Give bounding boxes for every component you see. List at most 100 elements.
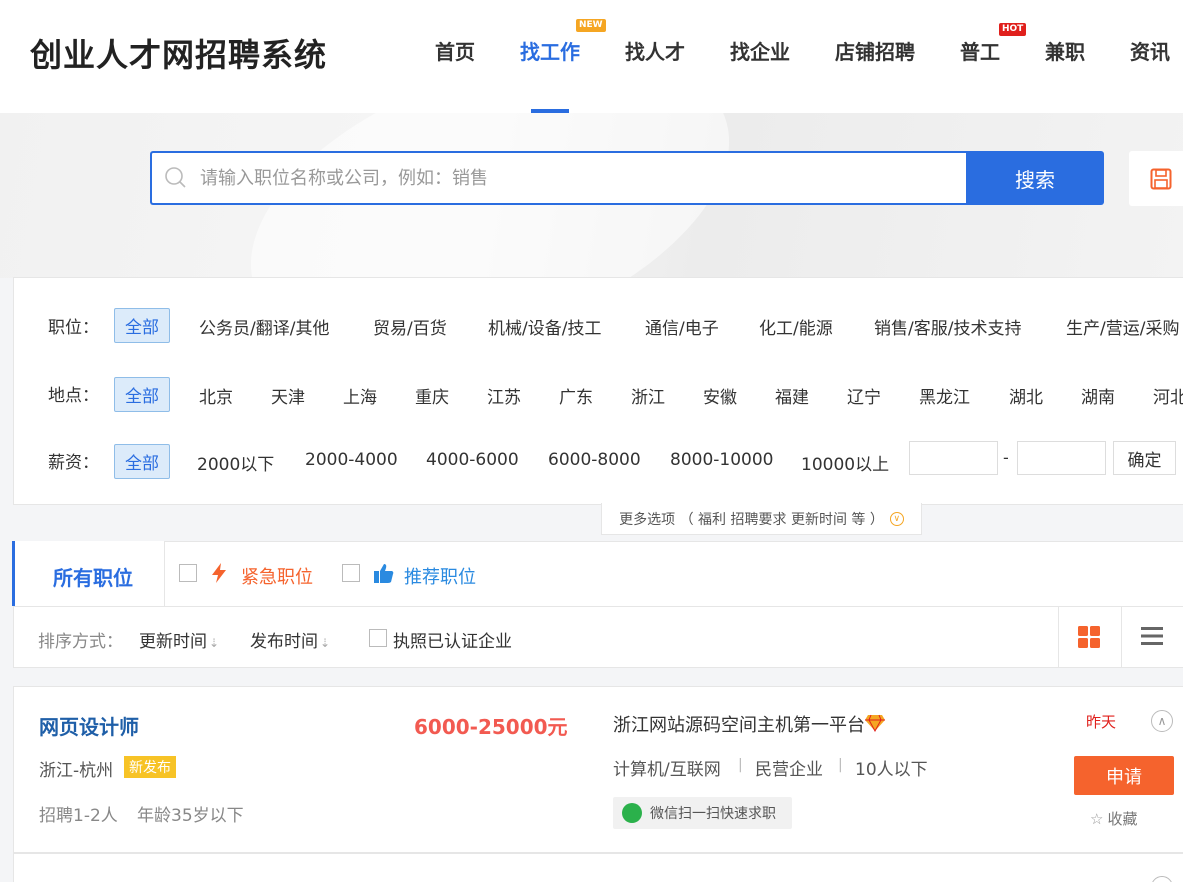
nav-home[interactable]: 首页 [435, 36, 475, 65]
urgent-checkbox[interactable] [179, 564, 197, 582]
location-option[interactable]: 河北 [1153, 383, 1183, 408]
view-divider [1121, 607, 1122, 668]
salary-option[interactable]: 10000以上 [801, 450, 889, 475]
chevron-down-icon: ∨ [889, 511, 904, 526]
location-option[interactable]: 天津 [271, 383, 305, 408]
location-option[interactable]: 上海 [343, 383, 377, 408]
nav-find-company[interactable]: 找企业 [730, 36, 790, 65]
job-age: 年龄35岁以下 [137, 806, 244, 826]
location-option[interactable]: 安徽 [703, 383, 737, 408]
position-option-all[interactable]: 全部 [114, 308, 170, 343]
position-option[interactable]: 贸易/百货 [373, 314, 447, 339]
salary-confirm-button[interactable]: 确定 [1113, 441, 1176, 475]
sort-arrow-icon: ⇣ [320, 636, 331, 650]
hot-badge: HOT [999, 23, 1027, 36]
company-industry: 计算机/互联网 [613, 760, 721, 780]
favorite-button[interactable]: ☆ 收藏 [1090, 808, 1137, 829]
wechat-label: 微信扫一扫快速求职 [650, 806, 776, 822]
salary-range-dash: - [1003, 448, 1009, 467]
recommended-jobs-label[interactable]: 推荐职位 [404, 563, 476, 589]
diamond-icon [865, 714, 885, 732]
new-posting-tag: 新发布 [124, 756, 176, 778]
location-option[interactable]: 重庆 [415, 383, 449, 408]
position-option[interactable]: 生产/营运/采购 [1066, 314, 1179, 339]
salary-max-input[interactable] [1017, 441, 1106, 475]
position-option[interactable]: 机械/设备/技工 [488, 314, 601, 339]
job-salary: 6000-25000元 [414, 715, 568, 739]
job-headcount: 招聘1-2人 [39, 806, 118, 826]
nav-find-talent[interactable]: 找人才 [625, 36, 685, 65]
meta-separator: | [738, 757, 743, 773]
sort-by-update-label: 更新时间 [139, 632, 207, 652]
urgent-jobs-label[interactable]: 紧急职位 [241, 563, 313, 589]
nav-part-time[interactable]: 兼职 [1045, 36, 1085, 65]
location-option[interactable]: 湖南 [1081, 383, 1115, 408]
position-option[interactable]: 公务员/翻译/其他 [199, 314, 329, 339]
company-size: 10人以下 [855, 760, 928, 780]
salary-option[interactable]: 4000-6000 [426, 450, 519, 470]
salary-option[interactable]: 8000-10000 [670, 450, 773, 470]
job-date: 昨天 [1086, 713, 1117, 731]
save-icon[interactable] [1150, 168, 1172, 190]
verified-label[interactable]: 执照已认证企业 [393, 627, 512, 652]
lightning-icon [212, 563, 226, 583]
wechat-icon [622, 803, 642, 823]
location-option[interactable]: 广东 [559, 383, 593, 408]
chevron-up-icon[interactable]: ∧ [1151, 710, 1173, 732]
location-option[interactable]: 北京 [199, 383, 233, 408]
location-option[interactable]: 浙江 [631, 383, 665, 408]
salary-filter-label: 薪资： [48, 453, 99, 473]
recommended-checkbox[interactable] [342, 564, 360, 582]
nav-shop-recruit[interactable]: 店铺招聘 [835, 36, 915, 65]
sort-label: 排序方式： [38, 632, 123, 652]
sort-arrow-icon: ⇣ [209, 636, 220, 650]
location-option[interactable]: 湖北 [1009, 383, 1043, 408]
more-options-toggle[interactable]: 更多选项 （ 福利 招聘要求 更新时间 等 ） ∨ [601, 503, 922, 535]
location-filter-label: 地点： [48, 386, 99, 406]
location-option[interactable]: 黑龙江 [919, 383, 970, 408]
position-option[interactable]: 销售/客服/技术支持 [874, 314, 1021, 339]
wechat-quick-apply[interactable]: 微信扫一扫快速求职 [613, 797, 792, 829]
job-card [13, 853, 1183, 882]
salary-option[interactable]: 6000-8000 [548, 450, 641, 470]
location-option[interactable]: 辽宁 [847, 383, 881, 408]
salary-min-input[interactable] [909, 441, 998, 475]
salary-option[interactable]: 2000以下 [197, 450, 274, 475]
verified-checkbox[interactable] [369, 629, 387, 647]
tab-all-jobs-label: 所有职位 [53, 566, 133, 590]
site-logo[interactable]: 创业人才网招聘系统 [30, 30, 327, 76]
company-type: 民营企业 [755, 760, 823, 780]
search-icon [165, 167, 186, 188]
view-divider [1058, 607, 1059, 668]
meta-separator: | [838, 757, 843, 773]
company-name[interactable]: 浙江网站源码空间主机第一平台 [613, 711, 865, 737]
position-filter-label: 职位： [48, 318, 99, 338]
job-location: 浙江-杭州 [39, 761, 114, 781]
search-button[interactable]: 搜索 [966, 151, 1104, 205]
location-option[interactable]: 福建 [775, 383, 809, 408]
location-option-all[interactable]: 全部 [114, 377, 170, 412]
grid-view-icon[interactable] [1078, 626, 1100, 648]
salary-option-all[interactable]: 全部 [114, 444, 170, 479]
sort-by-publish[interactable]: 发布时间 ⇣ [250, 627, 330, 652]
search-input[interactable] [200, 163, 940, 193]
salary-option[interactable]: 2000-4000 [305, 450, 398, 470]
nav-general-worker[interactable]: 普工 [960, 36, 1000, 65]
star-icon: ☆ [1090, 810, 1104, 828]
more-options-label: 更多选项 （ 福利 招聘要求 更新时间 等 ） [619, 511, 884, 528]
thumbs-up-icon [374, 564, 394, 583]
sort-by-update[interactable]: 更新时间 ⇣ [139, 627, 219, 652]
job-title[interactable]: 网页设计师 [39, 711, 139, 740]
position-option[interactable]: 通信/电子 [645, 314, 719, 339]
nav-news[interactable]: 资讯 [1130, 36, 1170, 65]
apply-button[interactable]: 申请 [1074, 756, 1174, 795]
nav-find-job[interactable]: 找工作 [520, 36, 580, 65]
list-view-icon[interactable] [1141, 626, 1163, 646]
new-badge: NEW [576, 19, 606, 32]
position-option[interactable]: 化工/能源 [759, 314, 833, 339]
location-option[interactable]: 江苏 [487, 383, 521, 408]
favorite-label: 收藏 [1107, 810, 1138, 828]
sort-by-publish-label: 发布时间 [250, 632, 318, 652]
filter-panel [13, 277, 1183, 505]
job-card [13, 686, 1183, 853]
